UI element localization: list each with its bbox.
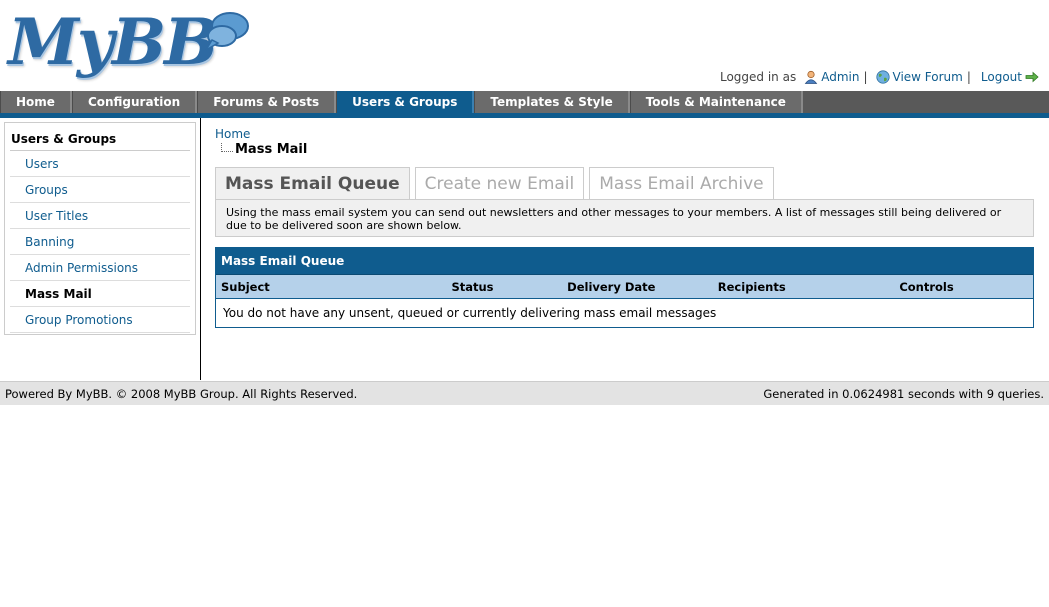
separator: |: [966, 70, 971, 84]
table-empty-message: You do not have any unsent, queued or cu…: [216, 299, 1033, 327]
header: MyBB Logged in as Admin | View Forum | L…: [0, 0, 1049, 91]
nav-tab-users-groups[interactable]: Users & Groups: [336, 91, 475, 113]
content-tabs: Mass Email Queue Create new Email Mass Ema…: [215, 167, 779, 200]
footer-copyright: Powered By MyBB. © 2008 MyBB Group. All …: [5, 387, 358, 401]
sidebar-title: Users & Groups: [10, 127, 190, 151]
nav-tab-templates-style[interactable]: Templates & Style: [474, 91, 630, 113]
main-nav: Home Configuration Forums & Posts Users & G…: [0, 91, 1049, 118]
nav-tab-home[interactable]: Home: [0, 91, 72, 113]
page-description: Using the mass email system you can send…: [215, 199, 1034, 237]
view-forum-link[interactable]: View Forum: [893, 70, 963, 84]
admin-username-link[interactable]: Admin: [821, 70, 859, 84]
logo-text: MyBB: [8, 5, 218, 80]
footer-generated-info: Generated in 0.0624981 seconds with 9 qu…: [763, 387, 1044, 401]
user-bar: Logged in as Admin | View Forum | Logout: [720, 69, 1039, 85]
column-header-delivery-date: Delivery Date: [567, 280, 656, 294]
table-title: Mass Email Queue: [216, 248, 1033, 275]
mass-email-queue-table: Mass Email Queue Subject Status Delivery D…: [215, 247, 1034, 328]
sidebar-item-mass-mail[interactable]: Mass Mail: [10, 281, 190, 307]
sidebar-item-group-promotions[interactable]: Group Promotions: [10, 307, 190, 333]
tab-mass-email-queue[interactable]: Mass Email Queue: [215, 167, 410, 200]
breadcrumb-current: Mass Mail: [221, 142, 1034, 158]
main-content: Home Mass Mail Mass Email Queue Create ne…: [215, 126, 1034, 328]
logged-in-label: Logged in as: [719, 70, 797, 84]
sidebar-item-users[interactable]: Users: [10, 151, 190, 177]
globe-icon: [875, 70, 890, 84]
nav-tab-forums-posts[interactable]: Forums & Posts: [197, 91, 337, 113]
column-header-status: Status: [451, 280, 494, 294]
nav-tab-configuration[interactable]: Configuration: [71, 91, 198, 113]
speech-bubble-icon: [205, 12, 249, 51]
logout-link[interactable]: Logout: [981, 70, 1022, 84]
breadcrumb-current-label: Mass Mail: [235, 142, 308, 157]
sidebar-item-admin-permissions[interactable]: Admin Permissions: [10, 255, 190, 281]
sidebar-container: Users & Groups Users Groups User Titles Ban…: [0, 118, 201, 380]
tab-create-new-email[interactable]: Create new Email: [414, 167, 585, 200]
separator: |: [863, 70, 868, 84]
table-header-row: Subject Status Delivery Date Recipients Cont…: [216, 275, 1033, 299]
column-header-recipients: Recipients: [717, 280, 786, 294]
column-header-subject: Subject: [221, 280, 270, 294]
footer: Powered By MyBB. © 2008 MyBB Group. All …: [0, 381, 1049, 405]
arrow-right-icon[interactable]: [1025, 70, 1039, 84]
sidebar-item-banning[interactable]: Banning: [10, 229, 190, 255]
mybb-logo[interactable]: MyBB: [8, 6, 253, 80]
sidebar-item-groups[interactable]: Groups: [10, 177, 190, 203]
tab-mass-email-archive[interactable]: Mass Email Archive: [589, 167, 774, 200]
sidebar-item-user-titles[interactable]: User Titles: [10, 203, 190, 229]
user-icon: [804, 70, 818, 84]
column-header-controls: Controls: [899, 280, 954, 294]
nav-tab-tools-maintenance[interactable]: Tools & Maintenance: [629, 91, 803, 113]
tree-connector-icon: [221, 142, 233, 152]
sidebar: Users & Groups Users Groups User Titles Ban…: [4, 122, 196, 335]
breadcrumb-home-link[interactable]: Home: [215, 126, 1034, 142]
